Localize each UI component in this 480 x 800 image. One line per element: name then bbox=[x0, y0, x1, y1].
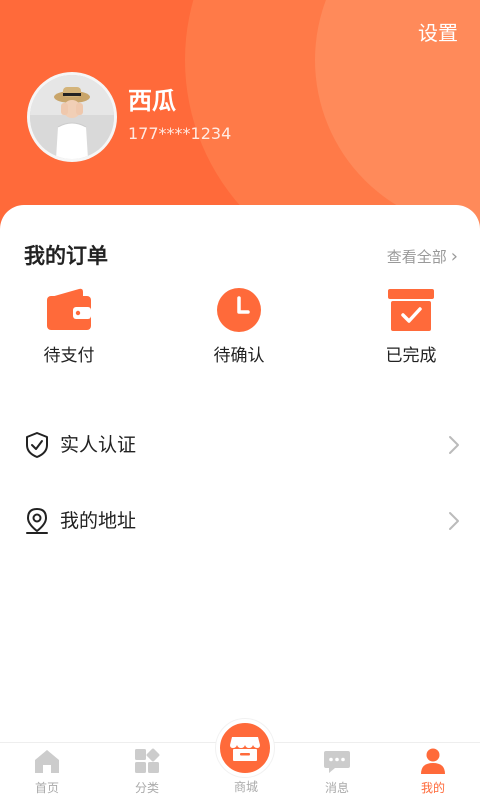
order-status-completed[interactable]: 已完成 bbox=[351, 287, 471, 367]
view-all-label: 查看全部 bbox=[386, 248, 447, 266]
avatar-image bbox=[30, 75, 114, 159]
settings-button[interactable]: 设置 bbox=[418, 20, 458, 46]
order-status-label: 待确认 bbox=[213, 346, 265, 366]
chevron-right-icon: › bbox=[450, 246, 458, 267]
location-pin-icon bbox=[26, 508, 48, 534]
tab-label: 我的 bbox=[420, 781, 445, 795]
store-icon bbox=[230, 737, 260, 761]
bottom-tab-bar: 首页 分类 商城 消息 我的 bbox=[0, 719, 480, 800]
menu-item-my-address[interactable]: 我的地址 bbox=[0, 491, 480, 551]
tab-messages[interactable]: 消息 bbox=[297, 747, 377, 795]
order-status-awaiting-confirm[interactable]: 待确认 bbox=[179, 287, 299, 367]
order-status-label: 待支付 bbox=[43, 346, 95, 366]
orders-section-title: 我的订单 bbox=[24, 244, 108, 268]
profile-header: 设置 西瓜 177****1234 bbox=[0, 0, 480, 240]
message-icon bbox=[324, 751, 350, 773]
order-status-pending-payment[interactable]: 待支付 bbox=[9, 287, 129, 367]
username: 西瓜 bbox=[128, 87, 176, 115]
tab-profile[interactable]: 我的 bbox=[393, 747, 473, 795]
menu-item-label: 我的地址 bbox=[60, 510, 137, 532]
avatar[interactable] bbox=[27, 72, 117, 162]
tab-category[interactable]: 分类 bbox=[107, 747, 187, 795]
clock-icon bbox=[217, 288, 261, 332]
shield-check-icon bbox=[26, 432, 48, 458]
phone-number: 177****1234 bbox=[128, 124, 232, 143]
wallet-icon bbox=[47, 288, 91, 330]
chevron-right-icon bbox=[449, 512, 459, 530]
chevron-right-icon bbox=[449, 436, 459, 454]
menu-item-identity-verification[interactable]: 实人认证 bbox=[0, 415, 480, 475]
content-card: 我的订单 查看全部 › 待支付 待确认 已完成 实人认证 我的地址 bbox=[0, 205, 480, 745]
menu-item-label: 实人认证 bbox=[60, 434, 137, 456]
box-check-icon bbox=[388, 289, 434, 331]
home-icon bbox=[35, 750, 59, 773]
tab-mall-button[interactable] bbox=[216, 719, 274, 777]
tab-label: 分类 bbox=[134, 781, 159, 795]
tab-label: 首页 bbox=[34, 781, 59, 795]
order-status-label: 已完成 bbox=[385, 346, 437, 366]
tab-home[interactable]: 首页 bbox=[7, 747, 87, 795]
tab-label: 消息 bbox=[324, 781, 349, 795]
view-all-orders-link[interactable]: 查看全部 › bbox=[387, 247, 458, 267]
user-icon bbox=[421, 748, 445, 774]
category-grid-icon bbox=[135, 748, 160, 773]
tab-mall-label[interactable]: 商城 bbox=[206, 780, 286, 794]
